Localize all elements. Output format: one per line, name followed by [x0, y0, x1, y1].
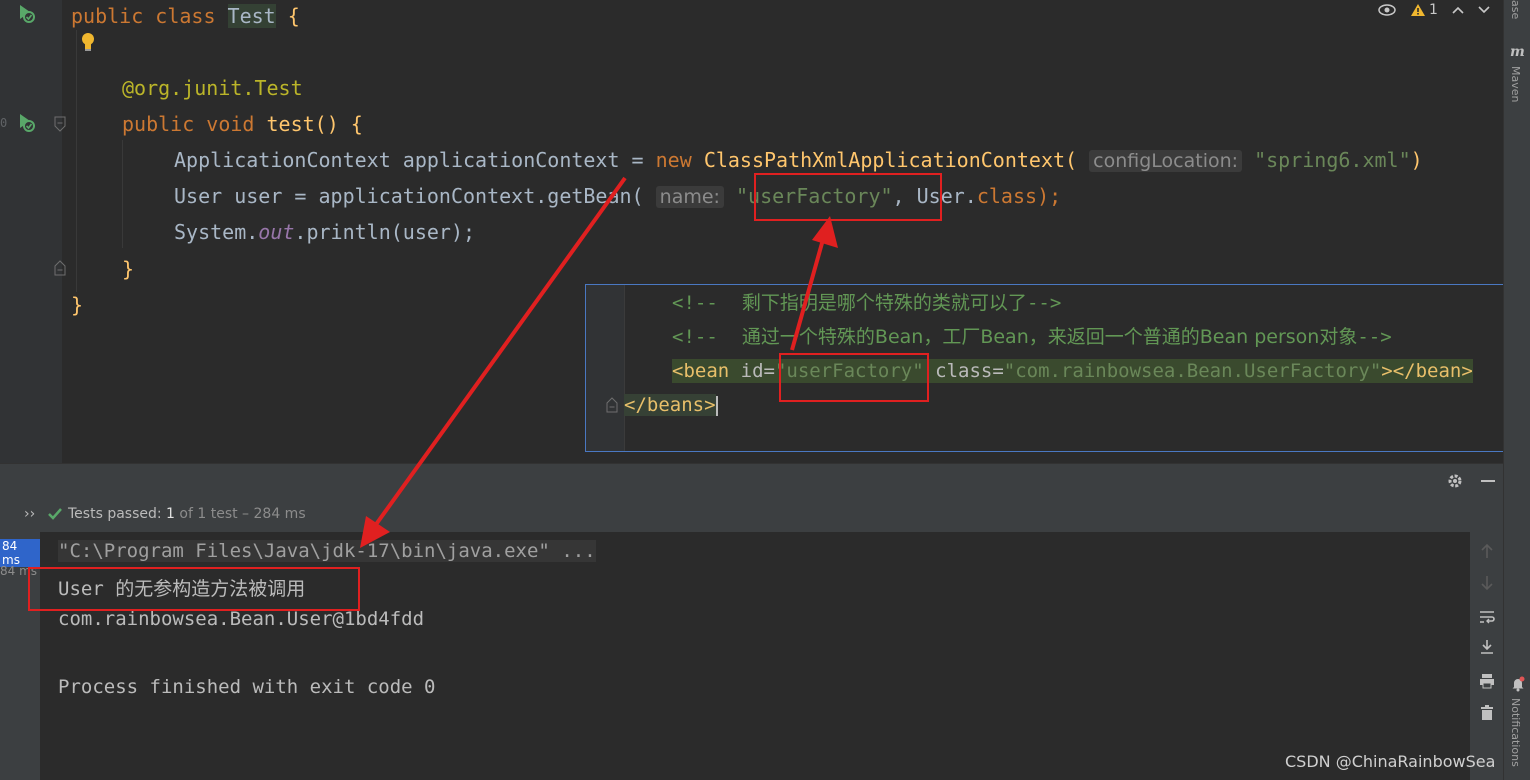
- code-text: System.: [174, 220, 259, 244]
- xml-beans-close: </beans>: [624, 394, 718, 416]
- test-duration-selected[interactable]: 84 ms: [0, 539, 40, 567]
- annotation: @org.junit.: [122, 76, 255, 100]
- fold-open-icon[interactable]: [54, 116, 66, 132]
- run-test-class-icon[interactable]: [14, 2, 36, 24]
- arrow-down-icon[interactable]: [1478, 574, 1496, 592]
- inspection-widget[interactable]: 1: [1378, 2, 1490, 18]
- highlight-box-constructor-output: [28, 567, 360, 611]
- code-line-annotation: @org.junit.Test: [122, 76, 303, 100]
- line-number: 0: [0, 116, 8, 130]
- code-line-1: public class Test {: [71, 4, 300, 28]
- notifications-tab[interactable]: Notifications: [1509, 698, 1522, 767]
- annotation-name: Test: [254, 76, 303, 100]
- keyword: new: [655, 148, 704, 172]
- arrow-up-icon[interactable]: [1478, 542, 1496, 560]
- warning-icon: [1411, 4, 1425, 16]
- maven-icon[interactable]: m: [1510, 44, 1526, 58]
- scroll-to-end-icon[interactable]: [1478, 638, 1496, 656]
- soft-wrap-icon[interactable]: [1478, 608, 1496, 626]
- punctuation: () {: [314, 112, 363, 136]
- indent-guide: [76, 30, 77, 292]
- code-line-method: public void test() {: [122, 112, 363, 136]
- highlight-box-bean-id: [779, 353, 929, 402]
- string-literal: "spring6.xml": [1254, 148, 1411, 172]
- trash-icon[interactable]: [1478, 704, 1496, 722]
- method-name: test: [266, 112, 315, 136]
- console-line-object: com.rainbowsea.Bean.User@1bd4fdd: [58, 608, 425, 630]
- fold-close-icon[interactable]: [54, 260, 66, 276]
- code-text: ApplicationContext applicationContext =: [174, 148, 656, 172]
- tool-window-label[interactable]: ase: [1509, 0, 1522, 19]
- xml-gutter: [586, 285, 625, 451]
- bell-icon[interactable]: [1511, 676, 1525, 692]
- keyword: class: [976, 184, 1038, 208]
- expand-toggle[interactable]: ››: [24, 506, 35, 522]
- console-line-exit: Process finished with exit code 0: [58, 676, 436, 698]
- code-line-println: System.out.println(user);: [174, 220, 475, 244]
- fold-close-icon[interactable]: [606, 397, 618, 413]
- xml-comment-2: <!-- 通过一个特殊的Bean，工厂Bean，来返回一个普通的Bean per…: [672, 326, 1392, 348]
- parameter-hint: configLocation:: [1089, 150, 1243, 172]
- lightbulb-icon[interactable]: [80, 32, 96, 52]
- minimize-icon[interactable]: [1480, 479, 1496, 483]
- print-icon[interactable]: [1478, 672, 1496, 690]
- warning-count: 1: [1429, 2, 1438, 18]
- code-text: ClassPathXmlApplicationContext(: [703, 148, 1078, 172]
- code-text: .println(user);: [294, 220, 476, 244]
- punctuation: );: [1037, 184, 1062, 208]
- code-line-close-method: }: [122, 257, 135, 281]
- text-caret: [715, 395, 718, 416]
- keyword: public void: [122, 112, 267, 136]
- brace: {: [275, 4, 300, 28]
- console-toolbar: [1470, 532, 1503, 780]
- code-text: User user = applicationContext.getBean(: [174, 184, 644, 208]
- tests-passed-summary: Tests passed: 1 of 1 test – 284 ms: [68, 506, 306, 522]
- chevron-up-icon[interactable]: [1452, 5, 1464, 15]
- highlight-box-getbean-name: [754, 173, 942, 221]
- eye-icon[interactable]: [1378, 3, 1396, 17]
- svg-text:m: m: [1510, 44, 1525, 58]
- static-field: out: [258, 220, 295, 244]
- run-test-method-icon[interactable]: [14, 111, 36, 133]
- right-tool-strip: ase m Maven Notifications: [1503, 0, 1530, 780]
- xml-comment-1: <!-- 剩下指明是哪个特殊的类就可以了-->: [672, 292, 1062, 314]
- test-status-bar: ›› Tests passed: 1 of 1 test – 284 ms: [0, 496, 1503, 532]
- run-panel-header: [0, 463, 1503, 497]
- code-line-close-class: }: [71, 293, 84, 317]
- console-line-command: "C:\Program Files\Java\jdk-17\bin\java.e…: [58, 540, 596, 562]
- punctuation: ): [1410, 148, 1423, 172]
- editor-gutter: 0: [0, 0, 66, 463]
- warning-counter[interactable]: 1: [1410, 2, 1438, 18]
- keyword: public class: [71, 4, 228, 28]
- chevron-down-icon[interactable]: [1478, 5, 1490, 15]
- parameter-hint: name:: [655, 186, 724, 208]
- check-icon: [48, 508, 62, 520]
- class-name: Test: [227, 4, 276, 28]
- code-line-context: ApplicationContext applicationContext = …: [174, 148, 1423, 173]
- xml-config-snippet: <!-- 剩下指明是哪个特殊的类就可以了--> <!-- 通过一个特殊的Bean…: [585, 284, 1530, 452]
- watermark-text: CSDN @ChinaRainbowSea: [1285, 752, 1496, 771]
- gear-icon[interactable]: [1446, 472, 1464, 490]
- indent-guide: [122, 140, 123, 248]
- maven-tab[interactable]: Maven: [1509, 66, 1522, 102]
